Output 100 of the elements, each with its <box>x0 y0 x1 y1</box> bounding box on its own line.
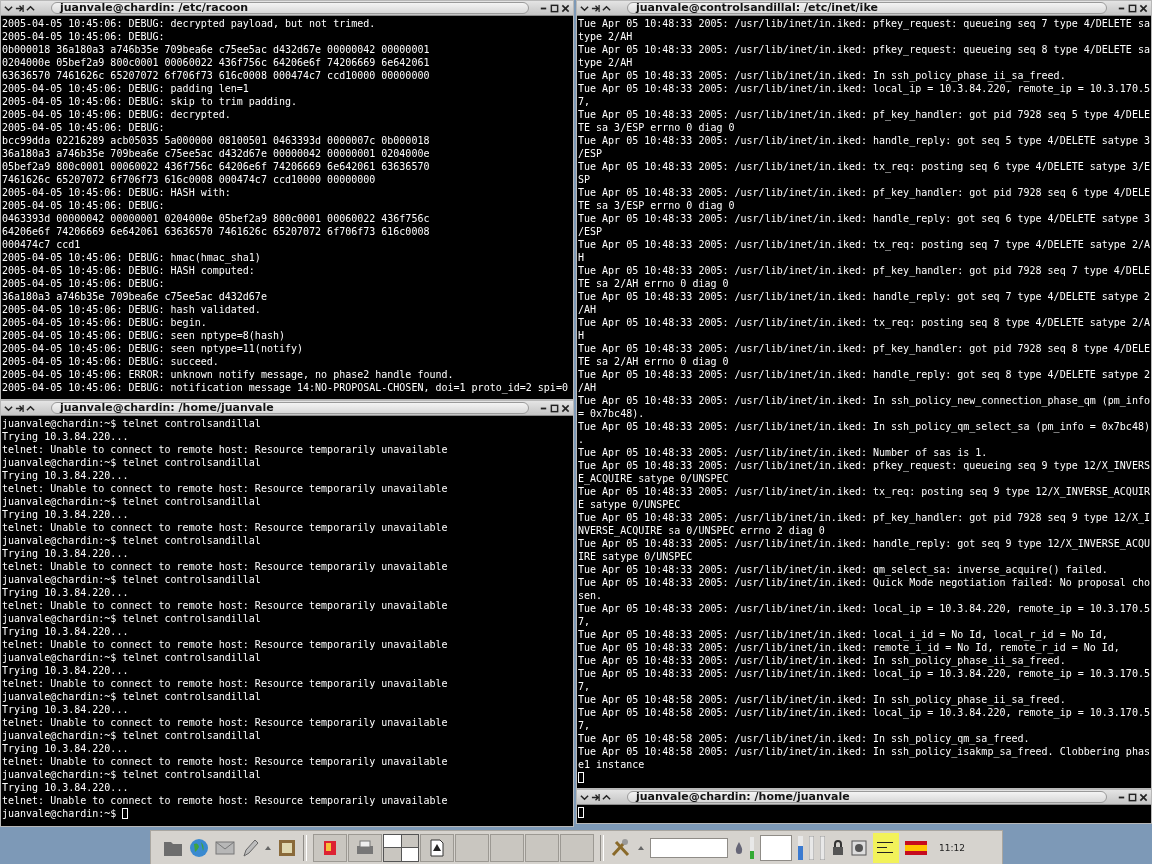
printer-icon[interactable] <box>356 839 374 856</box>
terminal-line: Trying 10.3.84.220... <box>2 625 130 638</box>
close-icon[interactable] <box>1139 792 1148 802</box>
terminal-line: telnet: Unable to connect to remote host: Resource temporarily unavailable <box>2 482 449 495</box>
terminal-line: 2005-04-05 10:45:06: DEBUG: <box>2 199 166 212</box>
caret-icon[interactable] <box>265 844 271 851</box>
terminal-line: 2005-04-05 10:45:06: DEBUG: HASH with: <box>2 186 232 199</box>
chevron-down-icon[interactable] <box>580 3 589 13</box>
pin-icon[interactable] <box>15 403 24 413</box>
terminal-line: Tue Apr 05 10:48:33 2005: /usr/lib/inet/in.iked: qm_select_sa: inverse_acquire() failed. <box>578 563 1109 576</box>
terminal-line: 2005-04-05 10:45:06: DEBUG: HASH computed: <box>2 264 256 277</box>
terminal-line: Tue Apr 05 10:48:33 2005: /usr/lib/inet/in.iked: tx_req: posting seq 9 type 12/X_INVERSE_ACQUIRE satype 0/UNSPEC <box>578 485 1151 511</box>
maximize-icon[interactable] <box>1128 792 1137 802</box>
terminal-line: Trying 10.3.84.220... <box>2 703 130 716</box>
terminal-line: telnet: Unable to connect to remote host: Resource temporarily unavailable <box>2 638 449 651</box>
terminal-line: 2005-04-05 10:45:06: DEBUG: <box>2 30 166 43</box>
terminal-line: 0463393d 00000042 00000001 0204000e 05bef2a9 800c0001 00060022 436f756c <box>2 212 431 225</box>
terminal-line: Tue Apr 05 10:48:33 2005: /usr/lib/inet/in.iked: handle_reply: got seq 5 type 4/DELETE satype 3/ESP <box>578 134 1151 160</box>
terminal-line: Tue Apr 05 10:48:58 2005: /usr/lib/inet/in.iked: local_ip = 10.3.84.220, remote_ip = 10.3.170.57, <box>578 706 1151 732</box>
pin-icon[interactable] <box>591 792 600 802</box>
terminal-line: telnet: Unable to connect to remote host: Resource temporarily unavailable <box>2 794 449 807</box>
terminal-line: 05bef2a9 800c0001 00060022 436f756c 64206e6f 74206669 6e642061 63636570 <box>2 160 431 173</box>
meter-icon <box>798 835 803 860</box>
terminal-line: 7461626c 65207072 6f706f73 616c0008 000474c7 ccd10000 00000000 <box>2 173 377 186</box>
terminal-line: 2005-04-05 10:45:06: ERROR: unknown notify message, no phase2 handle found. <box>2 368 455 381</box>
terminal-line: Trying 10.3.84.220... <box>2 781 130 794</box>
pin-icon[interactable] <box>591 3 600 13</box>
terminal-line: 2005-04-05 10:45:06: DEBUG: padding len=1 <box>2 82 250 95</box>
chevron-down-icon[interactable] <box>4 3 13 13</box>
maximize-icon[interactable] <box>550 403 559 413</box>
terminal-line: telnet: Unable to connect to remote host: Resource temporarily unavailable <box>2 521 449 534</box>
terminal-line: 2005-04-05 10:45:06: DEBUG: notification message 14:NO-PROPOSAL-CHOSEN, doi=1 proto_id=2 spi=0 <box>2 381 569 394</box>
terminal-line: Tue Apr 05 10:48:33 2005: /usr/lib/inet/in.iked: remote_i_id = No Id, remote_r_id = No Id, <box>578 641 1121 654</box>
terminal-line: telnet: Unable to connect to remote host: Resource temporarily unavailable <box>2 677 449 690</box>
maximize-icon[interactable] <box>550 3 559 13</box>
document-icon[interactable] <box>430 838 444 857</box>
terminal-line: Tue Apr 05 10:48:33 2005: /usr/lib/inet/in.iked: pf_key_handler: got pid 7928 seq 7 type 4/DELETE sa 2/AH errno 0 diag 0 <box>578 264 1151 290</box>
terminal-line: 2005-04-05 10:45:06: DEBUG: <box>2 121 166 134</box>
maximize-icon[interactable] <box>1128 3 1137 13</box>
terminal-line: Tue Apr 05 10:48:33 2005: /usr/lib/inet/in.iked: handle_reply: got seq 6 type 4/DELETE satype 3/ESP <box>578 212 1151 238</box>
terminal-line: juanvale@chardin:~$ telnet controlsandillal <box>2 690 262 703</box>
terminal-line: Tue Apr 05 10:48:33 2005: /usr/lib/inet/in.iked: tx_req: posting seq 7 type 4/DELETE satype 2/AH <box>578 238 1151 264</box>
terminal-line: Tue Apr 05 10:48:33 2005: /usr/lib/inet/in.iked: pf_key_handler: got pid 7928 seq 5 type 4/DELETE sa 3/ESP errno 0 diag 0 <box>578 108 1151 134</box>
window-title: juanvale@chardin: /home/juanvale <box>627 791 1107 803</box>
terminal-line: 2005-04-05 10:45:06: DEBUG: seen nptype=11(notify) <box>2 342 305 355</box>
terminal-line: juanvale@chardin:~$ telnet controlsandillal <box>2 651 262 664</box>
flag-icon[interactable] <box>905 840 927 855</box>
terminal-line: Tue Apr 05 10:48:33 2005: /usr/lib/inet/in.iked: pfkey_request: queueing seq 7 type 4/DELETE satype 2/AH <box>578 17 1151 43</box>
terminal-line: Tue Apr 05 10:48:58 2005: /usr/lib/inet/in.iked: In ssh_policy_qm_sa_freed. <box>578 732 1031 745</box>
chevron-down-icon[interactable] <box>4 403 13 413</box>
terminal-line: 000474c7 ccd1 <box>2 238 82 251</box>
close-icon[interactable] <box>561 403 570 413</box>
terminal-line: Trying 10.3.84.220... <box>2 664 130 677</box>
terminal-line: Tue Apr 05 10:48:33 2005: /usr/lib/inet/in.iked: tx_req: posting seq 6 type 4/DELETE satype 3/ESP <box>578 160 1151 186</box>
lock-icon[interactable] <box>831 839 845 856</box>
load-graph <box>760 834 792 861</box>
box-icon[interactable] <box>322 838 338 857</box>
terminal-line: 36a180a3 a746b35e 709bea6e c75ee5ac d432d67e <box>2 290 268 303</box>
caret-icon[interactable] <box>638 844 644 851</box>
terminal-line: Tue Apr 05 10:48:33 2005: /usr/lib/inet/in.iked: local_ip = 10.3.84.220, remote_ip = 10.3.170.57, <box>578 667 1151 693</box>
terminal-line: telnet: Unable to connect to remote host: Resource temporarily unavailable <box>2 599 449 612</box>
chevron-up-icon[interactable] <box>26 3 35 13</box>
terminal-line: juanvale@chardin:~$ telnet controlsandillal <box>2 573 262 586</box>
command-field[interactable] <box>650 837 728 858</box>
window-title: juanvale@controlsandillal: /etc/inet/ike <box>627 2 1107 14</box>
terminal-line: Tue Apr 05 10:48:33 2005: /usr/lib/inet/in.iked: local_ip = 10.3.84.220, remote_ip = 10.3.170.57, <box>578 82 1151 108</box>
terminal-line: Tue Apr 05 10:48:58 2005: /usr/lib/inet/in.iked: In ssh_policy_phase_ii_sa_freed. <box>578 693 1067 706</box>
chevron-down-icon[interactable] <box>580 792 589 802</box>
terminal-line: juanvale@chardin:~$ telnet controlsandillal <box>2 417 262 430</box>
close-icon[interactable] <box>1139 3 1148 13</box>
close-icon[interactable] <box>561 3 570 13</box>
drop-icon[interactable] <box>734 840 744 855</box>
notes-icon[interactable] <box>873 832 899 863</box>
task-button[interactable] <box>420 833 454 862</box>
terminal-line: Tue Apr 05 10:48:33 2005: /usr/lib/inet/in.iked: In ssh_policy_phase_ii_sa_freed. <box>578 654 1067 667</box>
terminal-line: juanvale@chardin:~$ telnet controlsandillal <box>2 534 262 547</box>
terminal-line: Trying 10.3.84.220... <box>2 508 130 521</box>
pen-icon[interactable] <box>241 837 259 858</box>
terminal-line: 2005-04-05 10:45:06: DEBUG: decrypted payload, but not trimed. <box>2 17 377 30</box>
terminal-line: 2005-04-05 10:45:06: DEBUG: begin. <box>2 316 208 329</box>
terminal-line: Tue Apr 05 10:48:58 2005: /usr/lib/inet/in.iked: In ssh_policy_isakmp_sa_freed. Clobbering phase1 instance <box>578 745 1151 771</box>
terminal-line: Tue Apr 05 10:48:33 2005: /usr/lib/inet/in.iked: In ssh_policy_phase_ii_sa_freed. <box>578 69 1067 82</box>
terminal-line: telnet: Unable to connect to remote host: Resource temporarily unavailable <box>2 443 449 456</box>
terminal-line: Tue Apr 05 10:48:33 2005: /usr/lib/inet/in.iked: pf_key_handler: got pid 7928 seq 6 type 4/DELETE sa 3/ESP errno 0 diag 0 <box>578 186 1151 212</box>
terminal-line: 2005-04-05 10:45:06: DEBUG: skip to trim padding. <box>2 95 298 108</box>
chevron-up-icon[interactable] <box>602 792 611 802</box>
film-icon[interactable] <box>277 837 297 858</box>
terminal-line: juanvale@chardin:~$ telnet controlsandillal <box>2 495 262 508</box>
terminal-line: telnet: Unable to connect to remote host: Resource temporarily unavailable <box>2 716 449 729</box>
tools-icon[interactable] <box>610 837 632 858</box>
terminal-line: bcc99dda 02216289 acb05035 5a000000 08100501 0463393d 0000007c 0b000018 <box>2 134 431 147</box>
terminal-line: Tue Apr 05 10:48:33 2005: /usr/lib/inet/in.iked: pfkey_request: queueing seq 9 type 12/X_INVERSE_ACQUIRE satype 0/UNSPEC <box>578 459 1151 485</box>
chevron-up-icon[interactable] <box>602 3 611 13</box>
shell-prompt: juanvale@chardin:~$ <box>2 807 117 820</box>
chevron-up-icon[interactable] <box>26 403 35 413</box>
pin-icon[interactable] <box>15 3 24 13</box>
workspace-pager[interactable] <box>383 833 419 862</box>
clock: 11:12 <box>939 842 965 853</box>
terminal-line: Trying 10.3.84.220... <box>2 469 130 482</box>
terminal-line: Trying 10.3.84.220... <box>2 430 130 443</box>
